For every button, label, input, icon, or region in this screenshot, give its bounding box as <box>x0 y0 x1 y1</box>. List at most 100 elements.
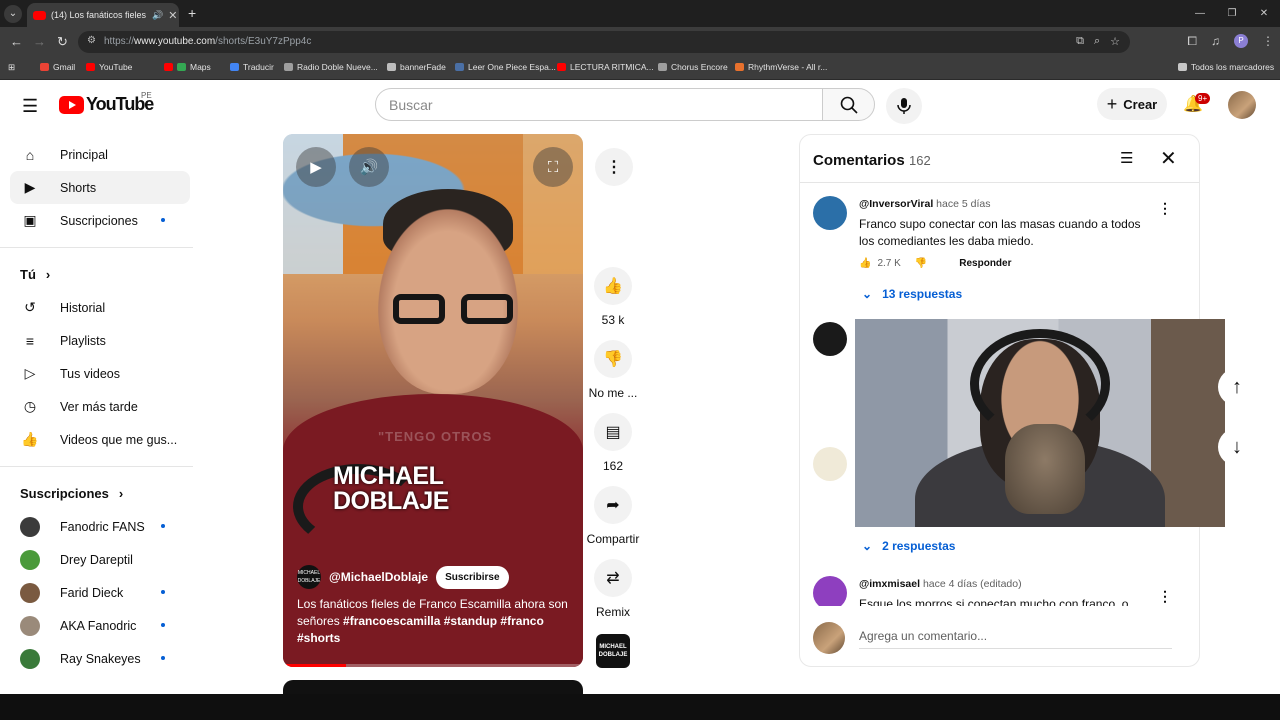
comment-author[interactable]: @InversorViral hace 5 días <box>859 198 990 210</box>
more-options-button[interactable]: ⋮ <box>595 148 633 186</box>
bookmark-lectura[interactable]: LECTURA RITMICA... <box>557 62 654 72</box>
sidebar-channel-fanodric-fans[interactable]: Fanodric FANS <box>10 510 190 543</box>
sidebar-channel-drey-dareptil[interactable]: Drey Dareptil <box>10 543 190 576</box>
menu-icon[interactable]: ☰ <box>22 96 38 117</box>
tab-audio-icon[interactable]: 🔊 <box>152 10 163 21</box>
remix-button[interactable]: ⇄ <box>594 559 632 597</box>
play-button[interactable]: ▶ <box>296 147 336 187</box>
subscribe-button[interactable]: Suscribirse <box>436 565 509 589</box>
bookmark-gmail[interactable]: Gmail <box>40 62 75 72</box>
bookmark-maps[interactable]: Maps <box>164 62 211 72</box>
bookmark-bannerfade[interactable]: bannerFade <box>387 62 446 72</box>
next-short-button[interactable]: ↓ <box>1218 428 1256 466</box>
comment-more-icon[interactable]: ⋮ <box>1158 200 1172 217</box>
bookmark-radio[interactable]: Radio Doble Nueve... <box>284 62 378 72</box>
minimize-icon[interactable]: — <box>1184 0 1216 27</box>
comments-button[interactable]: ▤ <box>594 413 632 451</box>
view-replies-button[interactable]: ⌄ 2 respuestas <box>862 539 955 553</box>
sort-icon[interactable]: ☰ <box>1120 149 1133 167</box>
like-button[interactable]: 👍 <box>594 267 632 305</box>
commenter-avatar[interactable] <box>813 322 847 356</box>
sidebar-you-heading[interactable]: Tú › <box>10 258 190 291</box>
sidebar-item-liked-videos[interactable]: 👍 Videos que me gus... <box>10 423 190 456</box>
subscriptions-icon: ▣ <box>23 212 37 228</box>
sidebar-item-principal[interactable]: ⌂ Principal <box>10 138 190 171</box>
thumbs-up-icon[interactable]: 👍 <box>859 258 871 269</box>
extensions-icon[interactable]: ⧠ <box>1187 34 1197 49</box>
add-comment-input[interactable]: Agrega un comentario... <box>859 629 1172 649</box>
sidebar-item-suscripciones[interactable]: ▣ Suscripciones <box>10 204 190 237</box>
view-replies-button[interactable]: ⌄ 13 respuestas <box>862 287 962 301</box>
sidebar-channel-aka-fanodric[interactable]: AKA Fanodric <box>10 609 190 642</box>
one-piece-icon <box>455 63 464 71</box>
new-tab-button[interactable]: + <box>188 5 196 21</box>
install-icon[interactable]: ⧉ <box>1076 35 1084 48</box>
voice-search-button[interactable] <box>886 88 922 124</box>
apps-grid-icon[interactable]: ⊞ <box>8 62 15 73</box>
fullscreen-button[interactable]: ⛶ <box>533 147 573 187</box>
tab-close-icon[interactable]: ✕ <box>168 9 177 22</box>
video-progress-bar[interactable] <box>283 664 583 667</box>
close-icon[interactable]: ✕ <box>1160 146 1177 171</box>
reload-icon[interactable]: ↻ <box>57 34 68 50</box>
media-icon[interactable]: ♫ <box>1211 34 1220 49</box>
sidebar-item-tus-videos[interactable]: ▷ Tus videos <box>10 357 190 390</box>
profile-avatar[interactable]: P <box>1234 34 1248 48</box>
commenter-avatar[interactable] <box>813 447 847 481</box>
sidebar-item-shorts[interactable]: ▶ Shorts <box>10 171 190 204</box>
your-videos-icon: ▷ <box>24 365 36 381</box>
search-input[interactable]: Buscar <box>375 88 823 121</box>
browser-menu-icon[interactable]: ⋮ <box>1262 34 1274 49</box>
chevron-down-icon: ⌄ <box>862 539 873 553</box>
back-icon[interactable]: ← <box>10 34 23 49</box>
commenter-avatar[interactable] <box>813 576 847 606</box>
bookmark-youtube[interactable]: YouTube <box>86 62 132 72</box>
restore-icon[interactable]: ❐ <box>1216 0 1248 27</box>
sidebar-channel-ray-snakeyes[interactable]: Ray Snakeyes <box>10 642 190 675</box>
address-bar[interactable]: ⚙ https://www.youtube.com/shorts/E3uY7zP… <box>78 31 1130 53</box>
close-window-icon[interactable]: ✕ <box>1248 0 1280 27</box>
comment-more-icon[interactable]: ⋮ <box>1158 588 1172 605</box>
maps-pin-icon <box>177 63 186 71</box>
browser-tab-active[interactable]: (14) Los fanáticos fieles de F 🔊 ✕ <box>27 3 179 27</box>
sidebar-subscriptions-heading[interactable]: Suscripciones › <box>10 477 190 510</box>
comment-text: Franco supo conectar con las masas cuand… <box>859 217 1141 248</box>
channel-name[interactable]: @MichaelDoblaje <box>329 570 428 584</box>
tab-search-icon[interactable]: ⌄ <box>4 5 22 23</box>
channel-avatar[interactable]: MICHAEL DOBLAJE <box>297 565 321 589</box>
thumbs-down-icon[interactable]: 👎 <box>915 258 927 269</box>
bookmark-one-piece[interactable]: Leer One Piece Espa... <box>455 62 556 72</box>
commenter-avatar[interactable] <box>813 196 847 230</box>
all-bookmarks[interactable]: Todos los marcadores <box>1178 62 1274 72</box>
arrow-down-icon: ↓ <box>1232 435 1242 458</box>
search-button[interactable] <box>822 88 875 121</box>
dislike-button[interactable]: 👎 <box>594 340 632 378</box>
previous-short-button[interactable]: ↑ <box>1218 368 1256 406</box>
site-info-icon[interactable]: ⚙ <box>87 35 96 46</box>
chorus-icon <box>658 63 667 71</box>
bookmark-chorus[interactable]: Chorus Encore <box>658 62 728 72</box>
my-avatar <box>813 622 845 654</box>
volume-button[interactable]: 🔊 <box>349 147 389 187</box>
share-button[interactable]: ➦ <box>594 486 632 524</box>
short-video-player[interactable]: ▶ 🔊 ⛶ "TENGO OTROS MICHAEL DOBLAJE MICHA… <box>283 134 583 667</box>
sidebar-item-historial[interactable]: ↺ Historial <box>10 291 190 324</box>
short-description[interactable]: Los fanáticos fieles de Franco Escamilla… <box>297 596 572 647</box>
create-button[interactable]: + Crear <box>1097 88 1167 120</box>
sound-thumbnail[interactable]: MICHAEL DOBLAJE <box>596 634 630 668</box>
share-label: Compartir <box>586 532 640 546</box>
comments-count: 162 <box>602 459 624 473</box>
sidebar-item-playlists[interactable]: ≡ Playlists <box>10 324 190 357</box>
zoom-icon[interactable]: ⌕ <box>1094 35 1100 48</box>
next-short-preview[interactable] <box>283 680 583 694</box>
bookmark-star-icon[interactable]: ☆ <box>1110 35 1120 48</box>
bookmark-rhythmverse[interactable]: RhythmVerse - All r... <box>735 62 827 72</box>
youtube-logo[interactable]: YouTube PE <box>59 91 154 115</box>
account-avatar[interactable] <box>1228 91 1256 119</box>
forward-icon[interactable]: → <box>33 34 46 49</box>
bookmark-traducir[interactable]: Traducir <box>230 62 274 72</box>
comment-author[interactable]: @imxmisael hace 4 días (editado) <box>859 578 1022 590</box>
sidebar-channel-farid-dieck[interactable]: Farid Dieck <box>10 576 190 609</box>
reply-button[interactable]: Responder <box>959 258 1011 269</box>
sidebar-item-ver-mas-tarde[interactable]: ◷ Ver más tarde <box>10 390 190 423</box>
